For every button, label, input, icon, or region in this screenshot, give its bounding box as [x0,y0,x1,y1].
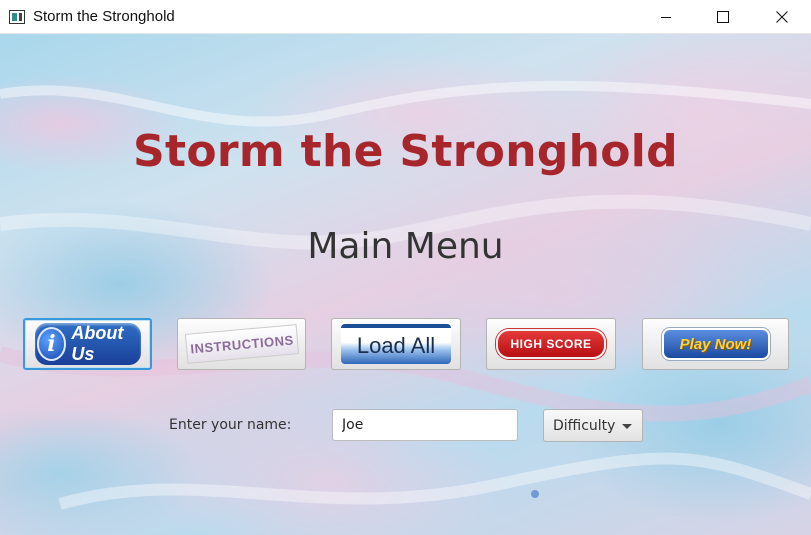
background-swirls [0,80,811,510]
chevron-down-icon [622,424,632,429]
marble-background: Storm the Stronghold Main Menu [0,34,811,535]
game-title: Storm the Stronghold [133,126,678,177]
maximize-icon [717,11,729,23]
maximize-button[interactable] [700,0,746,34]
info-icon: i [36,327,67,361]
about-us-button[interactable]: i About Us [23,318,152,370]
name-input[interactable] [332,409,518,441]
app-window: Storm the Stronghold Storm the Stronghol… [0,0,811,535]
load-all-image: Load All [341,324,451,364]
load-all-button[interactable]: Load All [331,318,461,370]
app-icon [9,9,25,24]
title-bar[interactable]: Storm the Stronghold [0,0,811,34]
close-button[interactable] [759,0,805,34]
play-now-button[interactable]: Play Now! [642,318,789,370]
high-score-button[interactable]: HIGH SCORE [486,318,616,370]
difficulty-label: Difficulty [553,417,616,434]
play-now-image: Play Now! [661,328,770,360]
about-us-label: About Us [71,323,124,364]
difficulty-dropdown[interactable]: Difficulty [543,409,643,442]
name-label: Enter your name: [169,417,292,433]
window-title: Storm the Stronghold [33,8,175,25]
about-us-image: i About Us [34,323,141,365]
high-score-image: HIGH SCORE [496,329,606,359]
instructions-image: INSTRUCTIONS [184,324,299,364]
instructions-button[interactable]: INSTRUCTIONS [177,318,306,370]
minimize-icon [661,17,671,18]
close-icon [776,11,788,23]
minimize-button[interactable] [643,0,689,34]
main-menu-heading: Main Menu [307,226,504,267]
